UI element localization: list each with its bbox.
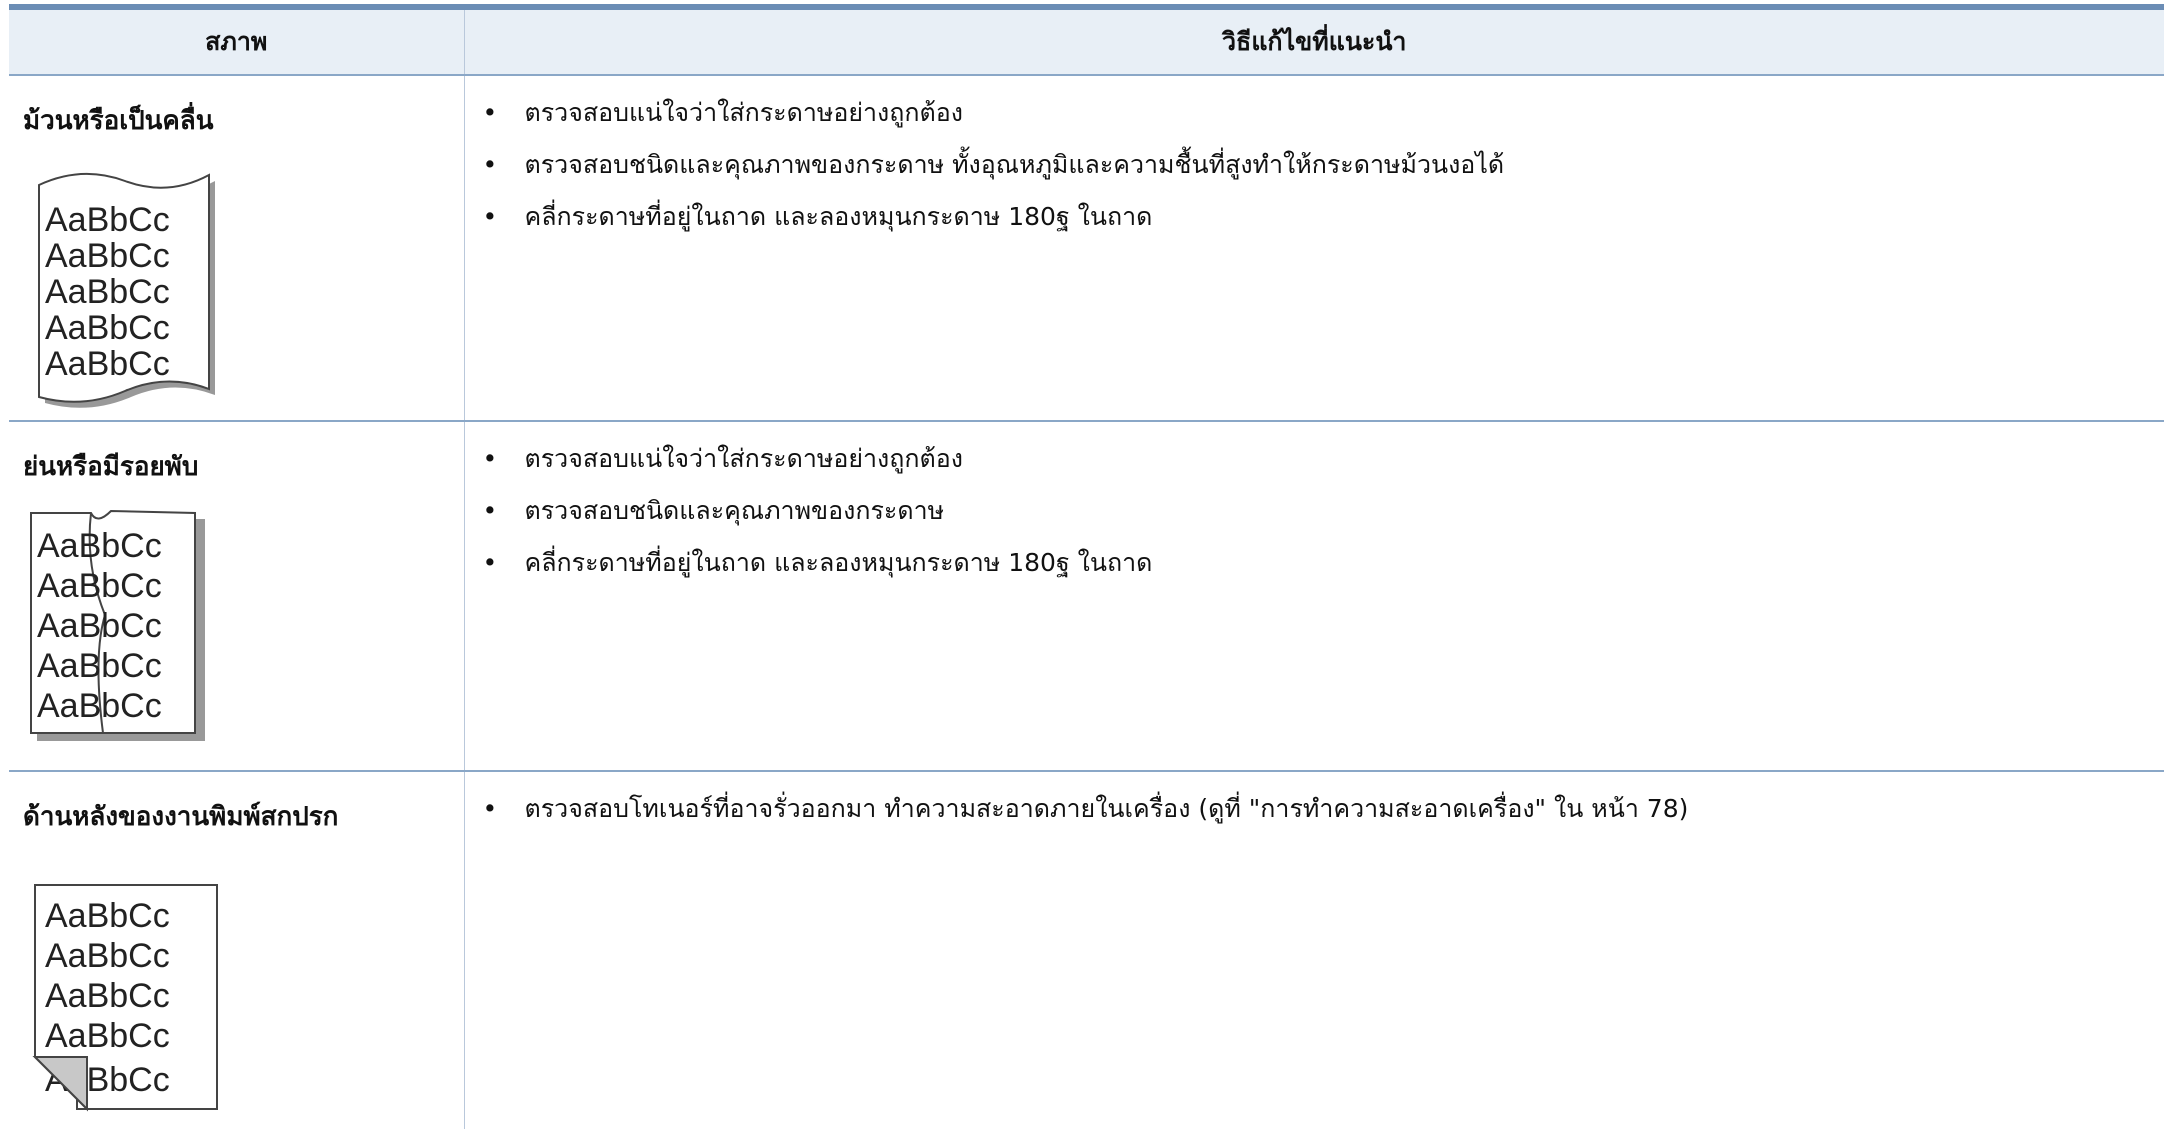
solution-cell: • ตรวจสอบโทเนอร์ที่อาจรั่วออกมา ทำความสะอ… bbox=[464, 771, 2164, 1129]
table-row: ย่นหรือมีรอยพับ AaBbCc AaBbCc AaBbCc AaB… bbox=[9, 421, 2164, 772]
wrinkle-sample-image: AaBbCc AaBbCc AaBbCc AaBbCc AaBbCc bbox=[27, 505, 464, 759]
sample-line: AaBbCc bbox=[45, 1017, 170, 1055]
header-condition: สภาพ bbox=[9, 10, 465, 76]
solution-list: • ตรวจสอบโทเนอร์ที่อาจรั่วออกมา ทำความสะอ… bbox=[465, 792, 2164, 826]
condition-title: ด้านหลังของงานพิมพ์สกปรก bbox=[23, 802, 339, 832]
troubleshooting-table: สภาพ วิธีแก้ไขที่แนะนำ ม้วนหรือเป็นคลื่น… bbox=[9, 10, 2164, 1129]
sample-line: AaBbCc bbox=[45, 273, 170, 311]
sample-line: AaBbCc bbox=[45, 237, 170, 275]
solution-list: • ตรวจสอบแน่ใจว่าใส่กระดาษอย่างถูกต้อง • ต… bbox=[465, 96, 2164, 234]
bullet-icon: • bbox=[482, 150, 498, 179]
condition-cell: ด้านหลังของงานพิมพ์สกปรก AaBbCc AaBbCc A… bbox=[9, 771, 465, 1129]
table-header-row: สภาพ วิธีแก้ไขที่แนะนำ bbox=[9, 10, 2164, 76]
sample-line: AaBbCc bbox=[37, 687, 162, 725]
sample-line: AaBbCc bbox=[37, 647, 162, 685]
sample-line: AaBbCc bbox=[45, 897, 170, 935]
condition-title: ม้วนหรือเป็นคลื่น bbox=[23, 106, 214, 136]
solution-cell: • ตรวจสอบแน่ใจว่าใส่กระดาษอย่างถูกต้อง • ต… bbox=[464, 421, 2164, 772]
sample-line: AaBbCc bbox=[45, 937, 170, 975]
solution-item: • คลี่กระดาษที่อยู่ในถาด และลองหมุนกระดาษ… bbox=[483, 200, 2164, 234]
table-row: ม้วนหรือเป็นคลื่น AaBbCc AaBbCc AaBbCc A… bbox=[9, 75, 2164, 422]
bullet-icon: • bbox=[482, 548, 498, 577]
sample-line: AaBbCc bbox=[45, 201, 170, 239]
condition-cell: ม้วนหรือเป็นคลื่น AaBbCc AaBbCc AaBbCc A… bbox=[9, 75, 465, 422]
solution-item: • ตรวจสอบชนิดและคุณภาพของกระดาษ bbox=[483, 494, 2164, 528]
bullet-icon: • bbox=[482, 496, 498, 525]
solution-item: • ตรวจสอบโทเนอร์ที่อาจรั่วออกมา ทำความสะอ… bbox=[483, 792, 2164, 826]
solution-cell: • ตรวจสอบแน่ใจว่าใส่กระดาษอย่างถูกต้อง • ต… bbox=[464, 75, 2164, 422]
bullet-icon: • bbox=[482, 98, 498, 127]
sample-line: AaBbCc bbox=[45, 345, 170, 383]
dirty-back-sample-image: AaBbCc AaBbCc AaBbCc AaBbCc AaBbCc bbox=[27, 877, 464, 1126]
sample-line: AaBbCc bbox=[37, 527, 162, 565]
solution-item: • คลี่กระดาษที่อยู่ในถาด และลองหมุนกระดาษ… bbox=[483, 546, 2164, 580]
bullet-icon: • bbox=[482, 794, 498, 823]
sample-line: AaBbCc bbox=[45, 309, 170, 347]
condition-title: ย่นหรือมีรอยพับ bbox=[23, 452, 199, 482]
curl-sample-image: AaBbCc AaBbCc AaBbCc AaBbCc AaBbCc bbox=[27, 159, 464, 413]
bullet-icon: • bbox=[482, 202, 498, 231]
solution-item: • ตรวจสอบชนิดและคุณภาพของกระดาษ ทั้งอุณหภ… bbox=[483, 148, 2164, 182]
solution-item: • ตรวจสอบแน่ใจว่าใส่กระดาษอย่างถูกต้อง bbox=[483, 96, 2164, 130]
solution-list: • ตรวจสอบแน่ใจว่าใส่กระดาษอย่างถูกต้อง • ต… bbox=[465, 442, 2164, 580]
solution-item: • ตรวจสอบแน่ใจว่าใส่กระดาษอย่างถูกต้อง bbox=[483, 442, 2164, 476]
bullet-icon: • bbox=[482, 444, 498, 473]
sample-line: AaBbCc bbox=[45, 977, 170, 1015]
header-solution: วิธีแก้ไขที่แนะนำ bbox=[464, 10, 2164, 76]
sample-line: AaBbCc bbox=[37, 607, 162, 645]
sample-line: AaBbCc bbox=[37, 567, 162, 605]
condition-cell: ย่นหรือมีรอยพับ AaBbCc AaBbCc AaBbCc AaB… bbox=[9, 421, 465, 772]
table-row: ด้านหลังของงานพิมพ์สกปรก AaBbCc AaBbCc A… bbox=[9, 771, 2164, 1129]
